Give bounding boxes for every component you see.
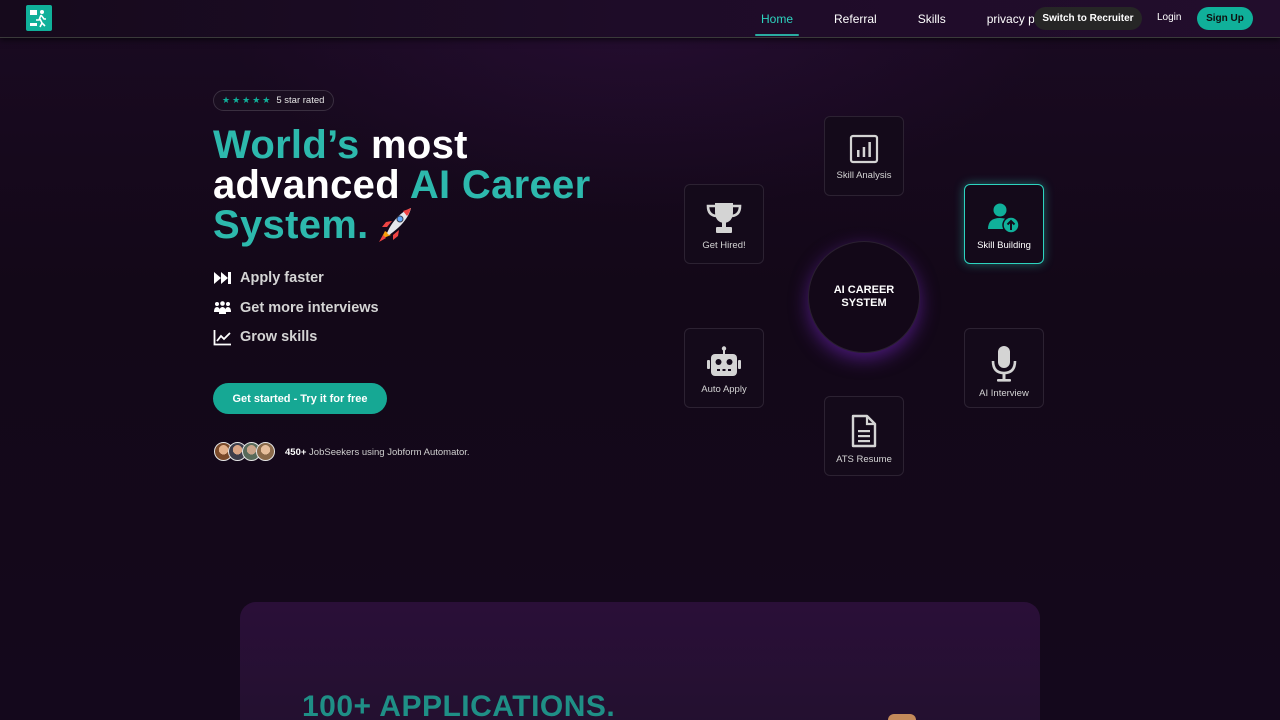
promo-illustration xyxy=(888,714,916,720)
people-group-icon xyxy=(214,300,231,314)
headline-part-4: AI Career xyxy=(409,163,591,207)
user-count-label: JobSeekers using Jobform Automator. xyxy=(306,447,470,458)
document-icon xyxy=(851,414,877,448)
top-navbar: Home Referral Skills privacy policy Swit… xyxy=(0,0,1280,38)
star-rating-icon: ★★★★★ xyxy=(222,95,273,105)
feature-label: Get more interviews xyxy=(240,299,379,316)
promo-section: 100+ APPLICATIONS. xyxy=(240,602,1040,720)
tile-label: Skill Building xyxy=(977,240,1031,251)
tile-label: Auto Apply xyxy=(701,384,747,395)
tile-skill-building[interactable]: Skill Building xyxy=(964,184,1044,264)
nav-link-skills[interactable]: Skills xyxy=(912,10,952,28)
feature-label: Apply faster xyxy=(240,270,324,286)
user-count: 450+ xyxy=(285,447,307,458)
feature-label: Grow skills xyxy=(240,329,318,345)
promo-title: 100+ APPLICATIONS. xyxy=(302,690,616,720)
get-started-button[interactable]: Get started - Try it for free xyxy=(213,383,387,414)
tile-label: Skill Analysis xyxy=(836,170,892,181)
main-content: ★★★★★ 5 star rated World’s most advanced… xyxy=(0,0,1280,720)
nav-link-home[interactable]: Home xyxy=(755,10,800,36)
logo-icon xyxy=(30,10,46,28)
user-count-text: 450+ JobSeekers using Jobform Automator. xyxy=(285,447,470,458)
bar-chart-icon xyxy=(849,134,879,164)
nav-link-referral[interactable]: Referral xyxy=(828,10,883,28)
tile-label: Get Hired! xyxy=(702,240,746,251)
headline-part-5: System. xyxy=(213,203,369,247)
switch-to-recruiter-button[interactable]: Switch to Recruiter xyxy=(1034,7,1142,30)
tile-ai-interview[interactable]: AI Interview xyxy=(964,328,1044,408)
tile-get-hired[interactable]: Get Hired! xyxy=(684,184,764,264)
chart-line-icon xyxy=(213,329,231,345)
site-logo[interactable] xyxy=(26,5,52,31)
login-link[interactable]: Login xyxy=(1157,12,1181,23)
headline-part-3: advanced xyxy=(213,163,410,207)
feature-list: Apply faster Get more interviews Grow sk… xyxy=(213,268,379,357)
hero-headline: World’s most advanced AI Career System. xyxy=(213,125,633,252)
tile-label: AI Interview xyxy=(979,388,1029,399)
tile-ats-resume[interactable]: ATS Resume xyxy=(824,396,904,476)
rating-text: 5 star rated xyxy=(276,95,325,106)
user-upgrade-icon xyxy=(988,203,1020,234)
microphone-icon xyxy=(991,346,1017,382)
headline-part-1: World’s xyxy=(213,123,360,167)
trophy-icon xyxy=(706,203,742,233)
headline-part-2: most xyxy=(359,123,468,167)
feature-apply-faster: Apply faster xyxy=(213,268,379,288)
feature-grow-skills: Grow skills xyxy=(213,327,379,347)
rating-badge: ★★★★★ 5 star rated xyxy=(213,90,334,111)
feature-get-more-interviews: Get more interviews xyxy=(213,298,379,318)
avatar xyxy=(256,442,275,461)
tile-auto-apply[interactable]: Auto Apply xyxy=(684,328,764,408)
sign-up-button[interactable]: Sign Up xyxy=(1197,7,1253,30)
fast-forward-icon xyxy=(214,272,231,284)
tile-skill-analysis[interactable]: Skill Analysis xyxy=(824,116,904,196)
user-avatars xyxy=(214,442,275,461)
robot-icon xyxy=(707,346,741,376)
tile-label: ATS Resume xyxy=(836,454,892,465)
hub-label: AI CAREER SYSTEM xyxy=(833,284,895,309)
rocket-icon xyxy=(373,205,415,252)
ai-career-system-hub: AI CAREER SYSTEM xyxy=(808,241,920,353)
